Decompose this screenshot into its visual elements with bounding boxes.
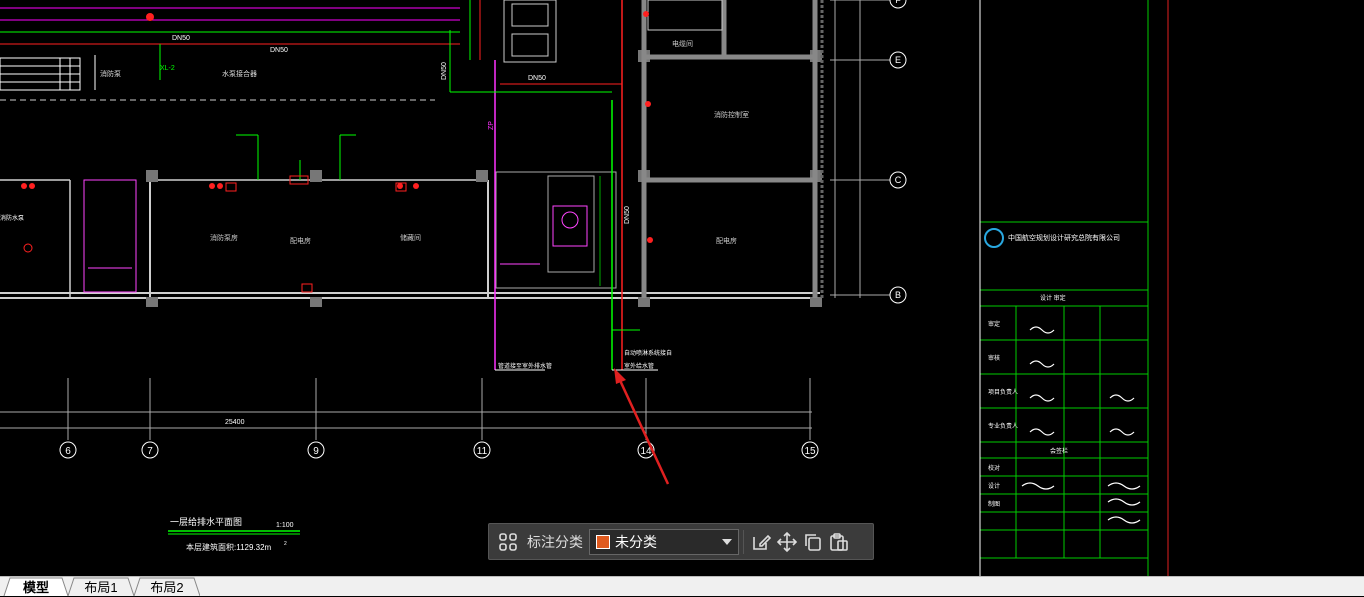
svg-text:配电房: 配电房 [716, 236, 737, 245]
cad-canvas[interactable]: 消防泵 水泵接合器 XL-2 DN50 DN50 消防控制室 配电房 电缆间 消… [0, 0, 1364, 576]
dn-label: DN50 [624, 206, 631, 224]
company-logo-icon [984, 228, 1004, 248]
svg-text:水泵接合器: 水泵接合器 [222, 69, 257, 78]
room-label: 消防泵房 [210, 233, 238, 242]
title-block-row: 审核 [988, 354, 1000, 362]
tab-layout2[interactable]: 布局2 [140, 577, 194, 596]
grid-apps-icon[interactable] [495, 529, 521, 555]
axis-label: C [895, 175, 902, 185]
title-block-row: 审定 [988, 320, 1000, 328]
title-block-row: 校对 [988, 464, 1000, 472]
axis-label: F [895, 0, 901, 5]
svg-text:电缆间: 电缆间 [672, 39, 693, 48]
chevron-down-icon [722, 538, 732, 545]
axis-label: 6 [65, 446, 71, 457]
total-dimension: 25400 [225, 419, 245, 426]
edit-icon[interactable] [748, 529, 774, 555]
plan-area: 本层建筑面积:1129.32m [186, 542, 272, 552]
copy-icon[interactable] [800, 529, 826, 555]
category-color-swatch [596, 534, 610, 549]
plan-scale: 1:100 [276, 522, 294, 529]
dn-label: DN50 [528, 75, 546, 82]
tab-layout1[interactable]: 布局1 [74, 577, 128, 596]
dn-label: DN50 [441, 62, 448, 80]
paste-icon[interactable] [826, 529, 852, 555]
title-block-heading: 会签栏 [1050, 447, 1068, 455]
cad-drawing: 消防泵 水泵接合器 XL-2 DN50 DN50 消防控制室 配电房 电缆间 消… [0, 0, 1169, 576]
dn-label: DN50 [270, 47, 288, 54]
zp-label: ZP [488, 121, 495, 130]
room-label: 配电房 [290, 236, 311, 245]
annotation-category-select[interactable]: 未分类 [589, 528, 739, 555]
pipe-annotation: 自动喷淋系统接自 [624, 349, 672, 357]
axis-label: B [895, 290, 901, 300]
svg-text:储藏间: 储藏间 [400, 233, 421, 242]
toolbar-divider [743, 529, 744, 554]
title-block-row: 项目负责人 [988, 388, 1018, 396]
layout-tabs-bar: 模型 布局1 布局2 [0, 576, 1364, 597]
axis-label: 11 [477, 446, 488, 457]
title-block-row: 专业负责人 [988, 422, 1018, 430]
svg-text:消防控制室: 消防控制室 [714, 110, 749, 119]
tab-model[interactable]: 模型 [10, 577, 62, 596]
company-name: 中国航空规划设计研究总院有限公司 [1008, 233, 1120, 242]
plan-title: 一层给排水平面图 [170, 516, 242, 527]
axis-label: 7 [147, 446, 153, 457]
axis-label: E [895, 55, 901, 65]
move-icon[interactable] [774, 529, 800, 555]
annotation-category-label: 标注分类 [527, 533, 583, 550]
title-block-row: 制图 [988, 500, 1000, 508]
svg-text:消防水泵: 消防水泵 [0, 214, 24, 222]
axis-label: 15 [804, 446, 816, 457]
pipe-annotation: 管道接至室外排水管 [498, 362, 552, 370]
svg-text:消防泵: 消防泵 [100, 69, 121, 78]
title-block-row: 设计 [988, 482, 1000, 490]
plan-area-sup: 2 [284, 541, 287, 547]
xl-label: XL-2 [160, 65, 175, 72]
annotation-toolbar: 标注分类 未分类 [488, 523, 874, 560]
category-select-value: 未分类 [615, 533, 657, 550]
axis-label: 9 [313, 446, 319, 457]
svg-text:设计 审定: 设计 审定 [1040, 294, 1066, 302]
dn-label: DN50 [172, 35, 190, 42]
pipe-annotation: 室外给水管 [624, 362, 654, 370]
